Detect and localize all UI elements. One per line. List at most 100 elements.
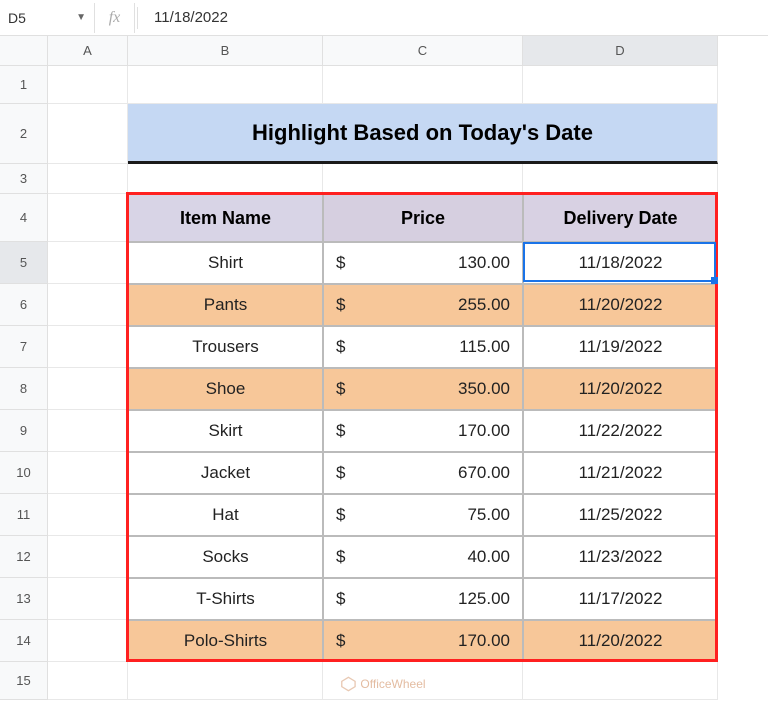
row-header-10[interactable]: 10 [0,452,48,494]
price-cell[interactable]: $670.00 [323,452,523,494]
price-cell[interactable]: $115.00 [323,326,523,368]
price-amount: 130.00 [458,253,510,273]
row-header-3[interactable]: 3 [0,164,48,194]
cell-A4[interactable] [48,194,128,242]
item-cell[interactable]: Skirt [128,410,323,452]
cell-A12[interactable] [48,536,128,578]
col-header-A[interactable]: A [48,36,128,66]
price-cell[interactable]: $170.00 [323,410,523,452]
delivery-date: 11/25/2022 [579,505,663,525]
table-header[interactable]: Price [323,194,523,242]
table-header[interactable]: Item Name [128,194,323,242]
row-header-6[interactable]: 6 [0,284,48,326]
price-amount: 75.00 [467,505,510,525]
cell-A13[interactable] [48,578,128,620]
col-header-B[interactable]: B [128,36,323,66]
row-header-11[interactable]: 11 [0,494,48,536]
cell-D1[interactable] [523,66,718,104]
price-cell[interactable]: $125.00 [323,578,523,620]
formula-input[interactable]: 11/18/2022 [140,9,768,26]
row-headers: 123456789101112131415 [0,66,48,700]
date-cell[interactable]: 11/19/2022 [523,326,718,368]
cell-D15[interactable] [523,662,718,700]
item-name: Socks [202,547,248,567]
price-cell[interactable]: $255.00 [323,284,523,326]
delivery-date: 11/20/2022 [579,295,663,315]
item-cell[interactable]: Pants [128,284,323,326]
row-header-1[interactable]: 1 [0,66,48,104]
date-cell[interactable]: 11/18/2022 [523,242,718,284]
item-cell[interactable]: Shirt [128,242,323,284]
cell-A2[interactable] [48,104,128,164]
price-cell[interactable]: $40.00 [323,536,523,578]
row-header-12[interactable]: 12 [0,536,48,578]
grid-area[interactable]: Highlight Based on Today's Date Item Name… [48,66,718,700]
table-header[interactable]: Delivery Date [523,194,718,242]
price-cell[interactable]: $75.00 [323,494,523,536]
price-cell[interactable]: $170.00 [323,620,523,662]
cell-A9[interactable] [48,410,128,452]
cell-A1[interactable] [48,66,128,104]
row-header-4[interactable]: 4 [0,194,48,242]
column-header-row: A B C D [0,36,768,66]
price-cell[interactable]: $130.00 [323,242,523,284]
item-name: Skirt [209,421,243,441]
delivery-date: 11/20/2022 [579,631,663,651]
item-cell[interactable]: Trousers [128,326,323,368]
date-cell[interactable]: 11/17/2022 [523,578,718,620]
row-header-8[interactable]: 8 [0,368,48,410]
cell-B1[interactable] [128,66,323,104]
cell-A3[interactable] [48,164,128,194]
cell-B15[interactable] [128,662,323,700]
cell-A14[interactable] [48,620,128,662]
fx-icon[interactable]: fx [95,3,135,33]
select-all-corner[interactable] [0,36,48,66]
title-cell[interactable]: Highlight Based on Today's Date [128,104,718,164]
price-cell[interactable]: $350.00 [323,368,523,410]
cell-A10[interactable] [48,452,128,494]
dropdown-icon[interactable]: ▼ [76,12,86,23]
price-amount: 170.00 [458,631,510,651]
date-cell[interactable]: 11/23/2022 [523,536,718,578]
cell-A11[interactable] [48,494,128,536]
cell-A7[interactable] [48,326,128,368]
col-header-C[interactable]: C [323,36,523,66]
row-header-2[interactable]: 2 [0,104,48,164]
row-header-13[interactable]: 13 [0,578,48,620]
row-header-14[interactable]: 14 [0,620,48,662]
date-cell[interactable]: 11/25/2022 [523,494,718,536]
item-name: T-Shirts [196,589,255,609]
name-box[interactable]: D5 ▼ [0,3,95,33]
date-cell[interactable]: 11/20/2022 [523,284,718,326]
logo-icon [340,676,356,692]
item-cell[interactable]: Hat [128,494,323,536]
cell-A5[interactable] [48,242,128,284]
currency-symbol: $ [336,463,345,483]
cell-A6[interactable] [48,284,128,326]
item-name: Shirt [208,253,243,273]
cell-C3[interactable] [323,164,523,194]
item-cell[interactable]: T-Shirts [128,578,323,620]
date-cell[interactable]: 11/20/2022 [523,620,718,662]
cell-A8[interactable] [48,368,128,410]
date-cell[interactable]: 11/20/2022 [523,368,718,410]
date-cell[interactable]: 11/22/2022 [523,410,718,452]
header-label: Delivery Date [563,208,677,229]
item-cell[interactable]: Shoe [128,368,323,410]
cell-A15[interactable] [48,662,128,700]
cell-D3[interactable] [523,164,718,194]
currency-symbol: $ [336,547,345,567]
row-header-15[interactable]: 15 [0,662,48,700]
col-header-D[interactable]: D [523,36,718,66]
item-cell[interactable]: Jacket [128,452,323,494]
row-header-7[interactable]: 7 [0,326,48,368]
header-label: Item Name [180,208,271,229]
item-name: Pants [204,295,247,315]
date-cell[interactable]: 11/21/2022 [523,452,718,494]
item-cell[interactable]: Polo-Shirts [128,620,323,662]
row-header-9[interactable]: 9 [0,410,48,452]
cell-B3[interactable] [128,164,323,194]
row-header-5[interactable]: 5 [0,242,48,284]
item-cell[interactable]: Socks [128,536,323,578]
cell-C1[interactable] [323,66,523,104]
